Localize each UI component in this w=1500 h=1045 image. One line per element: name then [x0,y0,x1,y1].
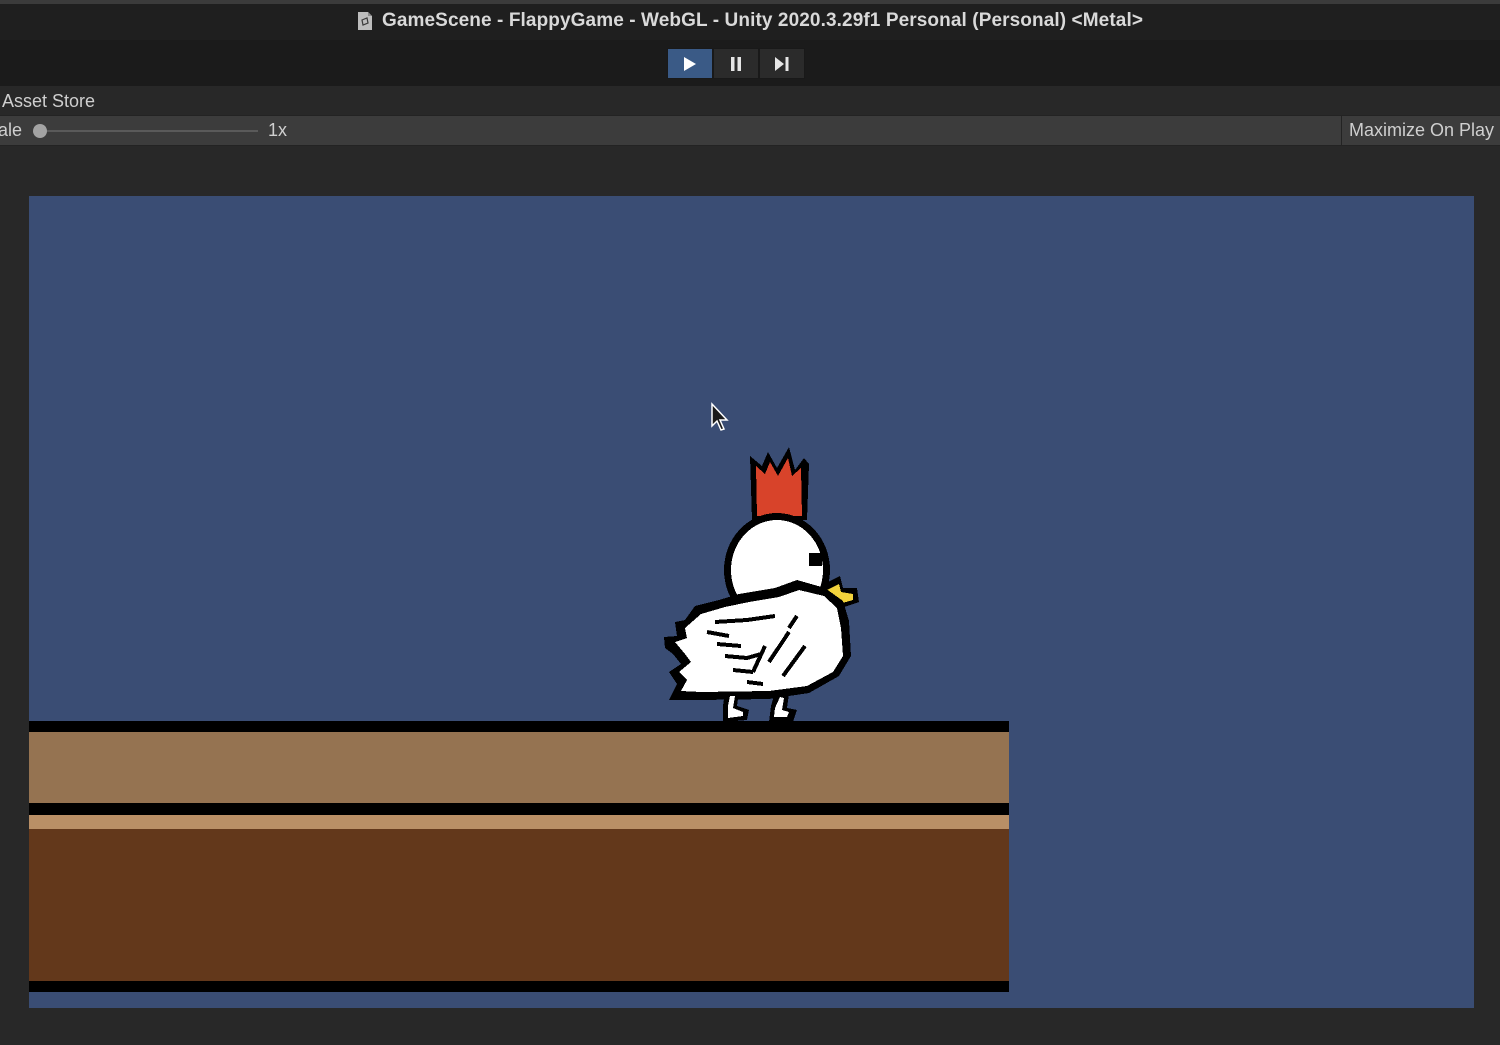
chicken-body [664,580,851,700]
scale-label: ale [0,120,23,140]
play-button[interactable] [667,48,713,79]
window-titlebar: GameScene - FlappyGame - WebGL - Unity 2… [0,0,1500,40]
play-controls [667,48,805,80]
game-view-toolbar: ale 1x Maximize On Play [0,115,1500,146]
ground-bottom-outline [29,981,1009,992]
main-toolbar [0,40,1500,86]
ground-bottom-layer [29,829,1009,981]
step-icon [775,56,789,71]
window-title: GameScene - FlappyGame - WebGL - Unity 2… [381,10,1144,31]
arrow-cursor [711,402,729,431]
step-button[interactable] [759,48,805,79]
maximize-on-play-button[interactable]: Maximize On Play [1341,116,1500,145]
chicken-eye [809,553,822,566]
scale-value: 1x [268,120,288,140]
ground-mid-outline [29,803,1009,815]
game-canvas[interactable] [29,196,1474,1008]
pause-icon [731,56,741,71]
chicken-comb [750,447,809,520]
play-icon [684,56,696,71]
chicken-sprite [664,447,859,722]
tab-bar: Asset Store [0,86,1500,116]
tab-asset-store[interactable]: Asset Store [0,86,105,116]
scale-slider-track[interactable] [40,130,258,132]
pause-button[interactable] [713,48,759,79]
unity-document-icon [357,12,372,30]
title-wrap: GameScene - FlappyGame - WebGL - Unity 2… [0,4,1500,38]
scale-slider-thumb[interactable] [33,124,47,138]
ground-stripe [29,815,1009,829]
